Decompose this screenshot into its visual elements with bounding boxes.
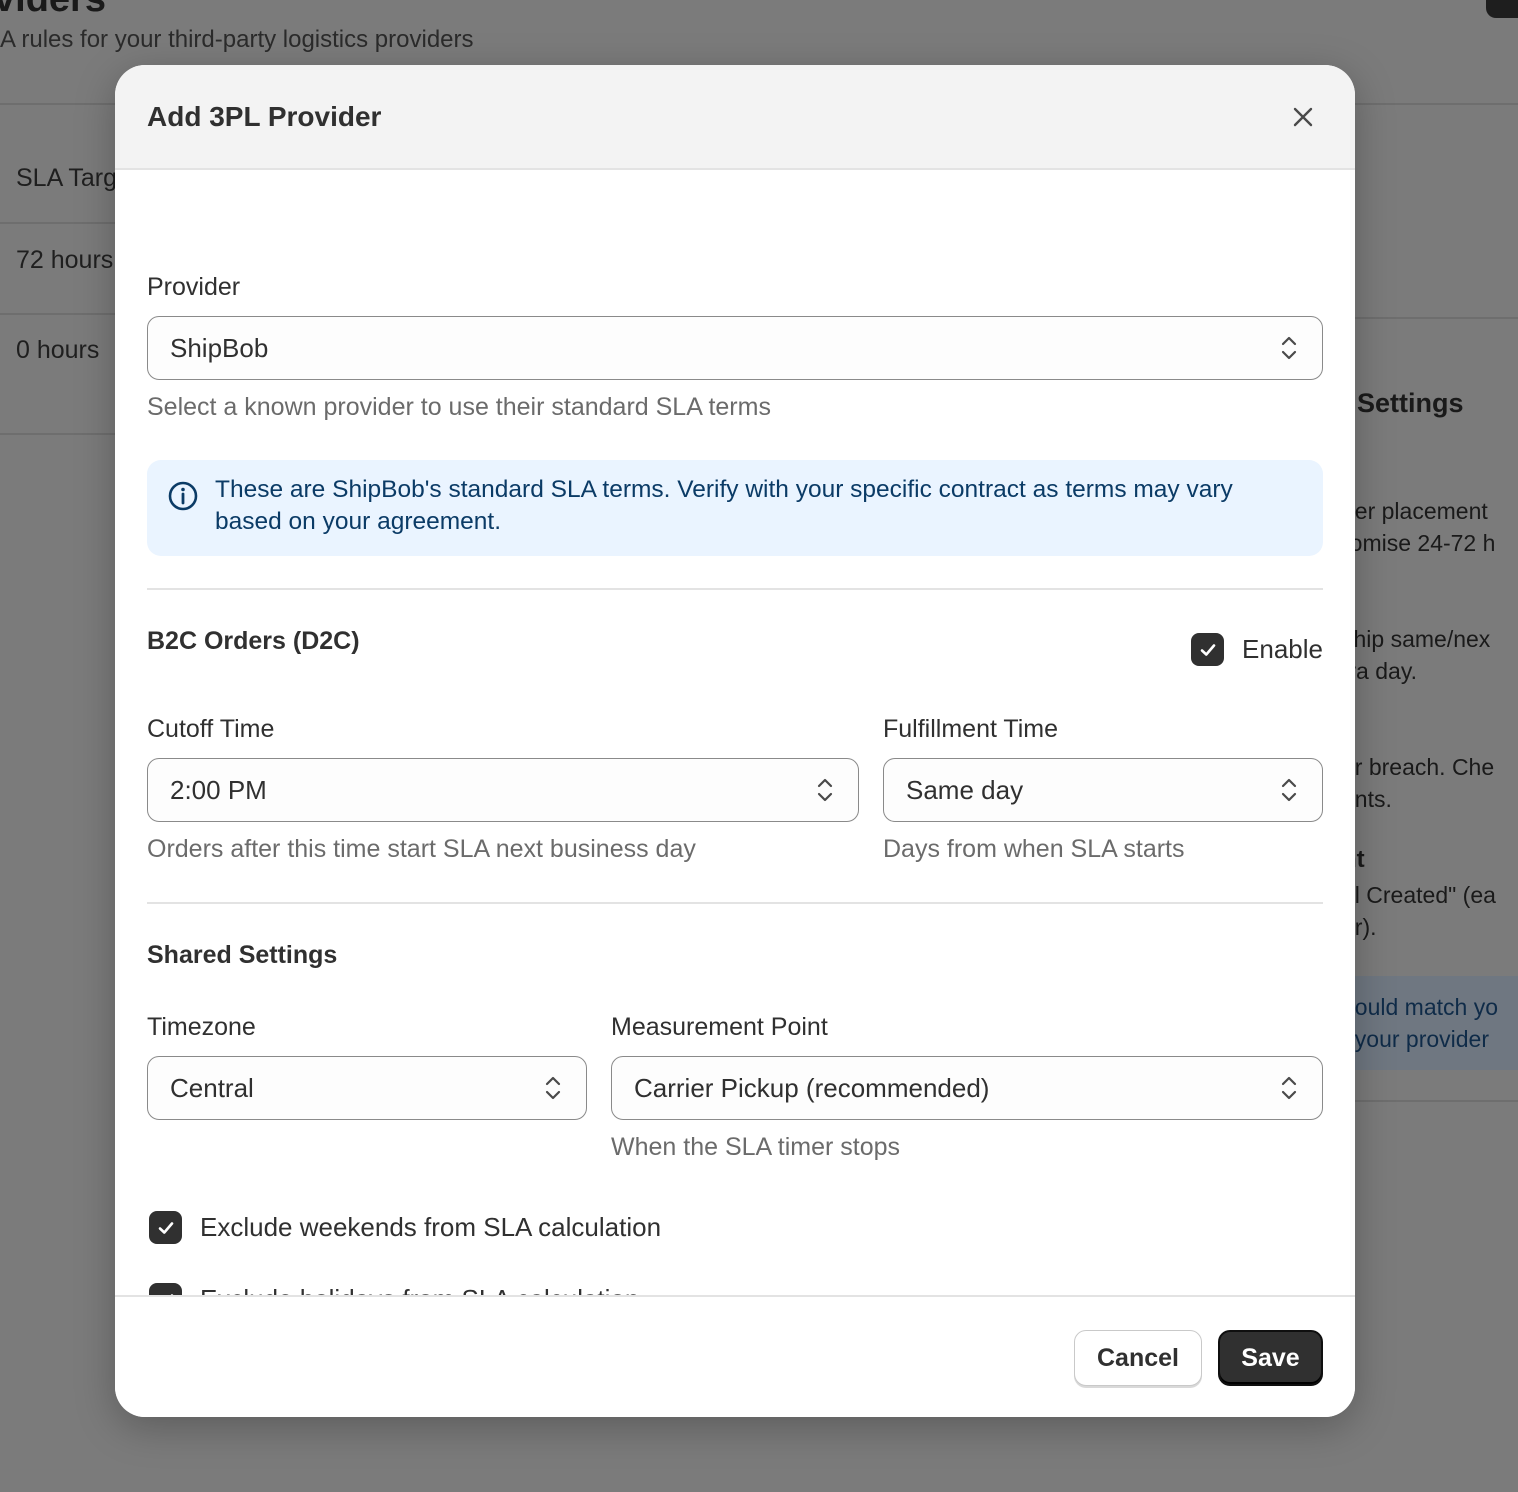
cancel-button[interactable]: Cancel [1074, 1330, 1202, 1386]
measurement-point-select[interactable]: Carrier Pickup (recommended) [611, 1056, 1323, 1120]
fulfillment-time-select[interactable]: Same day [883, 758, 1323, 822]
modal-footer: Cancel Save [115, 1295, 1355, 1417]
checkmark-icon [1200, 643, 1215, 656]
chevron-up-down-icon [1281, 336, 1297, 360]
side-panel-text: t your provider [1342, 1026, 1490, 1052]
side-panel-info-banner [1355, 976, 1518, 1070]
chevron-up-down-icon [817, 778, 833, 802]
checkbox-checked[interactable] [1191, 633, 1225, 666]
close-icon [1293, 107, 1313, 126]
b2c-enable-checkbox[interactable]: Enable [1191, 633, 1323, 666]
table-row: 72 hours [16, 246, 114, 274]
provider-label: Provider [147, 273, 241, 301]
cutoff-time-select[interactable]: 2:00 PM [147, 758, 859, 822]
cutoff-time-help: Orders after this time start SLA next bu… [147, 835, 696, 863]
header-action-button [1486, 0, 1518, 18]
add-provider-modal: Add 3PL Provider Provider ShipBob Select… [115, 65, 1355, 1417]
measurement-point-help: When the SLA timer stops [611, 1133, 901, 1161]
side-panel-text: er breach. Che [1342, 754, 1495, 780]
modal-header: Add 3PL Provider [115, 65, 1355, 170]
timezone-select[interactable]: Central [147, 1056, 587, 1120]
table-header-sla-target: SLA Targ [16, 164, 118, 192]
save-button[interactable]: Save [1218, 1330, 1323, 1386]
checkbox-checked[interactable] [149, 1211, 182, 1244]
table-row: 0 hours [16, 336, 100, 364]
side-panel-text: ship same/nex [1342, 626, 1491, 652]
measurement-point-value: Carrier Pickup (recommended) [634, 1072, 990, 1103]
divider [147, 588, 1323, 590]
provider-select[interactable]: ShipBob [147, 316, 1323, 380]
shared-settings-title: Shared Settings [147, 941, 338, 969]
fulfillment-time-value: Same day [906, 774, 1024, 805]
page-subtitle: A rules for your third-party logistics p… [0, 26, 474, 53]
b2c-section-title: B2C Orders (D2C) [147, 627, 360, 655]
side-panel-text: hould match yo [1342, 994, 1498, 1020]
divider [0, 313, 130, 315]
cutoff-time-value: 2:00 PM [170, 774, 267, 805]
fulfillment-time-label: Fulfillment Time [883, 715, 1059, 743]
provider-select-value: ShipBob [170, 332, 269, 363]
side-panel-text: romise 24-72 h [1342, 530, 1496, 556]
side-panel-text: el Created" (ea [1342, 882, 1496, 908]
cutoff-time-label: Cutoff Time [147, 715, 275, 743]
info-icon [168, 481, 198, 511]
chevron-up-down-icon [1281, 778, 1297, 802]
modal-title: Add 3PL Provider [147, 100, 382, 132]
checkmark-icon [158, 1221, 173, 1234]
timezone-value: Central [170, 1072, 254, 1103]
side-panel-title: . Settings [1342, 388, 1464, 418]
divider [0, 222, 130, 224]
side-panel-text: der placement [1342, 498, 1488, 524]
chevron-up-down-icon [1281, 1076, 1297, 1100]
info-banner: These are ShipBob's standard SLA terms. … [147, 460, 1323, 556]
provider-help-text: Select a known provider to use their sta… [147, 393, 771, 421]
measurement-point-label: Measurement Point [611, 1013, 828, 1041]
info-banner-text: These are ShipBob's standard SLA terms. … [215, 476, 1233, 503]
divider [147, 902, 1323, 904]
exclude-weekends-label: Exclude weekends from SLA calculation [200, 1212, 662, 1242]
timezone-label: Timezone [147, 1013, 256, 1041]
exclude-weekends-checkbox[interactable]: Exclude weekends from SLA calculation [149, 1211, 661, 1244]
chevron-up-down-icon [545, 1076, 561, 1100]
enable-label: Enable [1242, 634, 1323, 664]
info-banner-text: based on your agreement. [215, 508, 502, 535]
close-button[interactable] [1283, 97, 1323, 137]
fulfillment-time-help: Days from when SLA starts [883, 835, 1185, 863]
divider [1355, 317, 1518, 319]
page-title: viders [0, 0, 106, 21]
